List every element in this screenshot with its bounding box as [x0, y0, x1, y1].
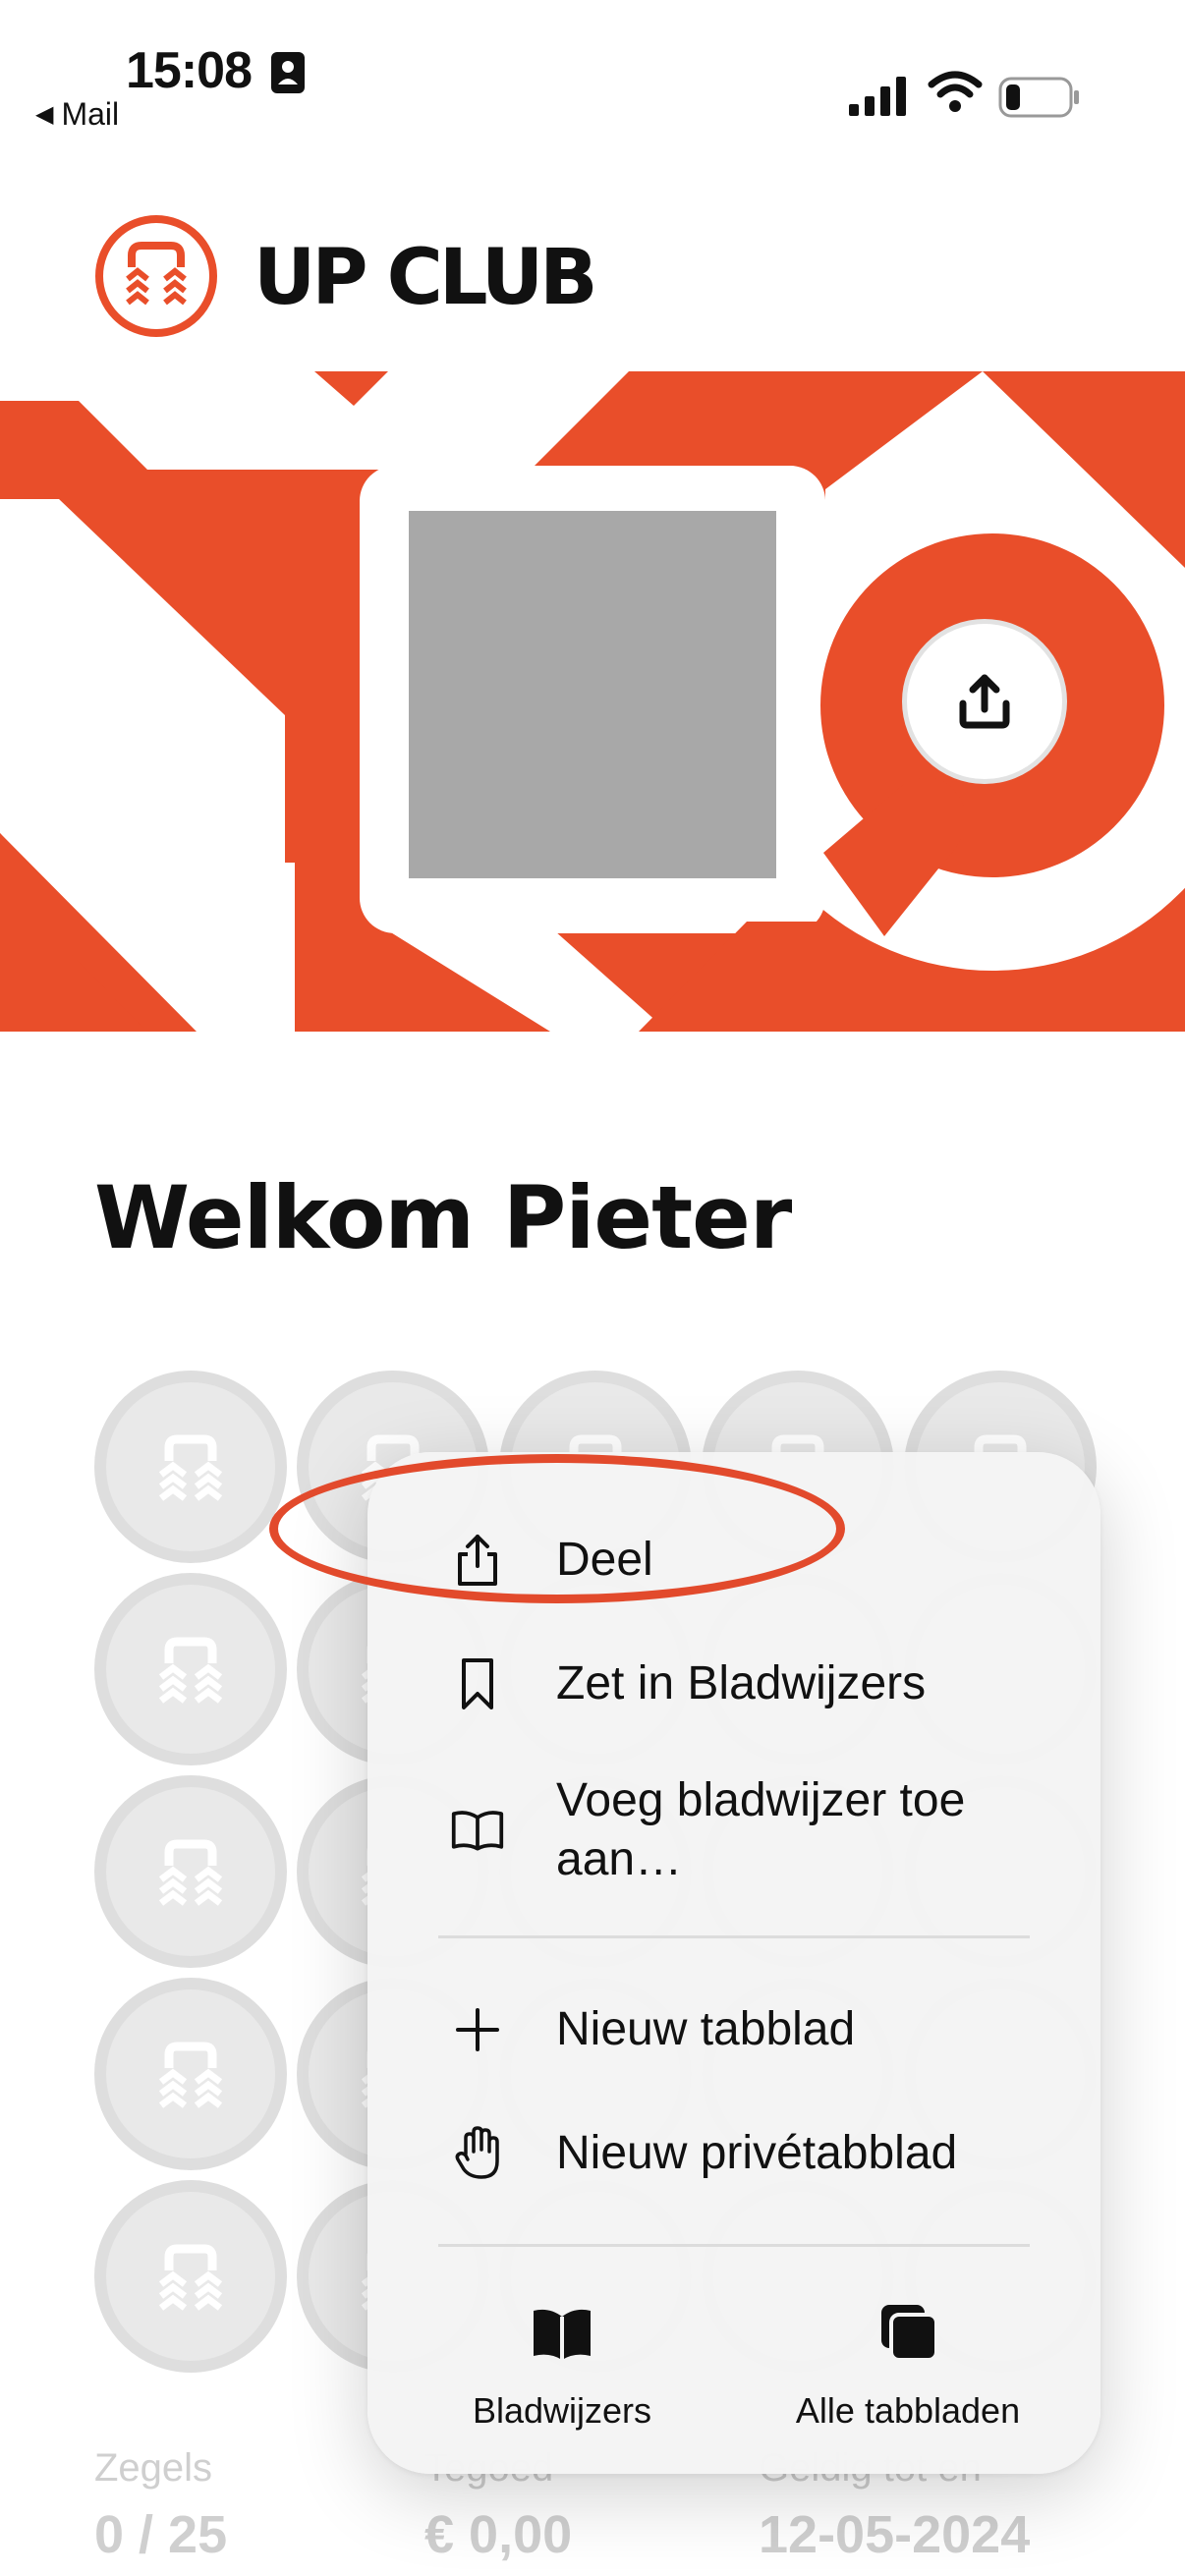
- stamp-logo-icon: [158, 1839, 223, 1906]
- stat-label: Zegels: [94, 2446, 213, 2490]
- qr-code-placeholder: [409, 511, 776, 878]
- menu-item-deel[interactable]: Deel: [367, 1511, 1100, 1609]
- share-icon: [959, 674, 1010, 729]
- app-header: UP CLUB: [0, 196, 1185, 364]
- stamp-slot: [94, 1775, 287, 1968]
- stamp-logo-icon: [158, 1637, 223, 1704]
- welcome-heading: Welkom Pieter: [94, 1167, 792, 1268]
- menu-separator: [438, 2244, 1030, 2247]
- menu-item-label: Zet in Bladwijzers: [556, 1657, 927, 1709]
- stat-value: 12-05-2024: [759, 2505, 1031, 2564]
- menu-item-nieuw-tabblad[interactable]: Nieuw tabblad: [367, 1981, 1100, 2079]
- status-bar: 15:08 ◀ Mail: [0, 0, 1185, 147]
- bookmarks-button[interactable]: Bladwijzers: [395, 2299, 729, 2446]
- up-club-logo-icon: [95, 215, 217, 337]
- bottom-label: Bladwijzers: [472, 2390, 652, 2431]
- menu-item-zet-in-bladwijzers[interactable]: Zet in Bladwijzers: [367, 1635, 1100, 1733]
- menu-item-nieuw-privetabblad[interactable]: Nieuw privétabblad: [367, 2104, 1100, 2203]
- menu-item-label: Nieuw tabblad: [556, 2003, 856, 2055]
- status-time: 15:08: [126, 42, 253, 99]
- stamp-slot: [94, 1371, 287, 1563]
- hand-icon: [450, 2126, 505, 2181]
- back-arrow-icon: ◀: [35, 101, 54, 128]
- tabs-icon: [881, 2305, 938, 2362]
- plus-icon: [450, 2002, 505, 2057]
- all-tabs-button[interactable]: Alle tabbladen: [741, 2299, 1075, 2446]
- stat-value: 0 / 25: [94, 2505, 228, 2564]
- hero-banner: [0, 371, 1185, 1032]
- battery-icon: [998, 77, 1079, 118]
- wifi-icon: [928, 71, 983, 112]
- back-to-mail[interactable]: ◀ Mail: [35, 96, 119, 133]
- id-card-icon: [271, 52, 305, 93]
- bottom-label: Alle tabbladen: [795, 2390, 1021, 2431]
- hero-share-button[interactable]: [902, 619, 1067, 784]
- signal-icon: [849, 77, 906, 116]
- stamp-slot: [94, 2180, 287, 2373]
- bookmark-icon: [450, 1656, 505, 1711]
- stamp-logo-icon: [158, 2042, 223, 2108]
- menu-item-label: Voeg bladwijzer toe aan…: [556, 1774, 966, 1885]
- menu-separator: [438, 1935, 1030, 1938]
- menu-item-label: Deel: [556, 1534, 653, 1586]
- share-icon: [450, 1533, 505, 1588]
- book-icon: [450, 1803, 505, 1858]
- stamp-slot: [94, 1573, 287, 1765]
- menu-item-voeg-bladwijzer-toe[interactable]: Voeg bladwijzer toe aan…: [367, 1757, 1100, 1904]
- context-menu: Deel Zet in Bladwijzers Voeg bladwijzer …: [367, 1452, 1100, 2474]
- bookmarks-icon: [534, 2309, 591, 2360]
- stamp-logo-icon: [158, 1434, 223, 1501]
- back-label: Mail: [61, 96, 120, 132]
- stat-zegels: Zegels 0 / 25: [94, 2446, 227, 2565]
- stat-value: € 0,00: [424, 2505, 573, 2564]
- stamp-logo-icon: [158, 2244, 223, 2311]
- stamp-slot: [94, 1978, 287, 2170]
- brand-name: UP CLUB: [254, 234, 598, 322]
- menu-item-label: Nieuw privétabblad: [556, 2127, 958, 2179]
